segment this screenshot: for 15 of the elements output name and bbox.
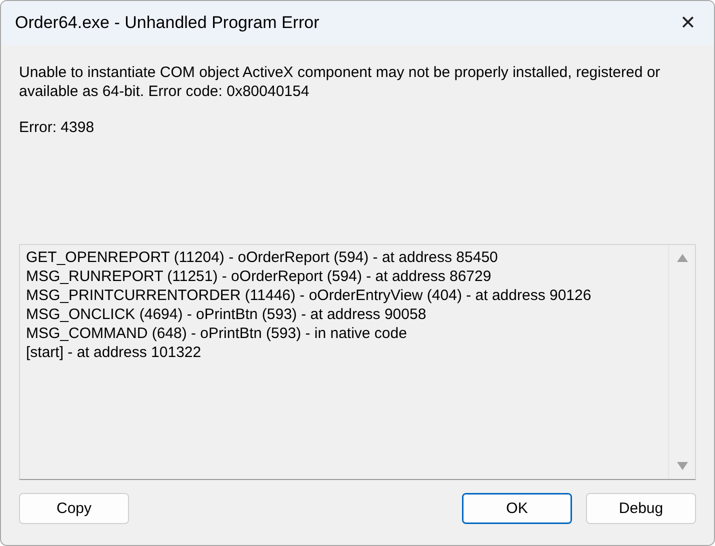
- dialog-button[interactable]: Debug: [586, 493, 696, 524]
- stack-trace-line: GET_OPENREPORT (11204) - oOrderReport (594) - at address 85450: [26, 248, 499, 267]
- dialog-button[interactable]: OK: [462, 493, 572, 524]
- scroll-up-icon[interactable]: [676, 254, 688, 262]
- dialog-button[interactable]: Copy: [19, 493, 129, 524]
- window-title: Order64.exe - Unhandled Program Error: [15, 13, 320, 33]
- scroll-down-icon[interactable]: [676, 462, 688, 470]
- stack-trace-line: MSG_COMMAND (648) - oPrintBtn (593) - in native code: [26, 324, 408, 343]
- stack-trace-line: MSG_PRINTCURRENTORDER (11446) - oOrderEntryView (404) - at address 90126: [26, 286, 592, 305]
- close-button[interactable]: ✕: [666, 1, 710, 45]
- error-code: Error: 4398: [19, 119, 96, 136]
- stack-trace-line: [start] - at address 101322: [26, 343, 202, 362]
- error-message: Unable to instantiate COM object ActiveX component may not be properly installed, registered or available as 64-bit. Error code: 0x80040154: [19, 63, 662, 101]
- stack-trace-line: MSG_RUNREPORT (11251) - oOrderReport (594) - at address 86729: [26, 267, 492, 286]
- stack-trace-line: MSG_ONCLICK (4694) - oPrintBtn (593) - at address 90058: [26, 305, 428, 324]
